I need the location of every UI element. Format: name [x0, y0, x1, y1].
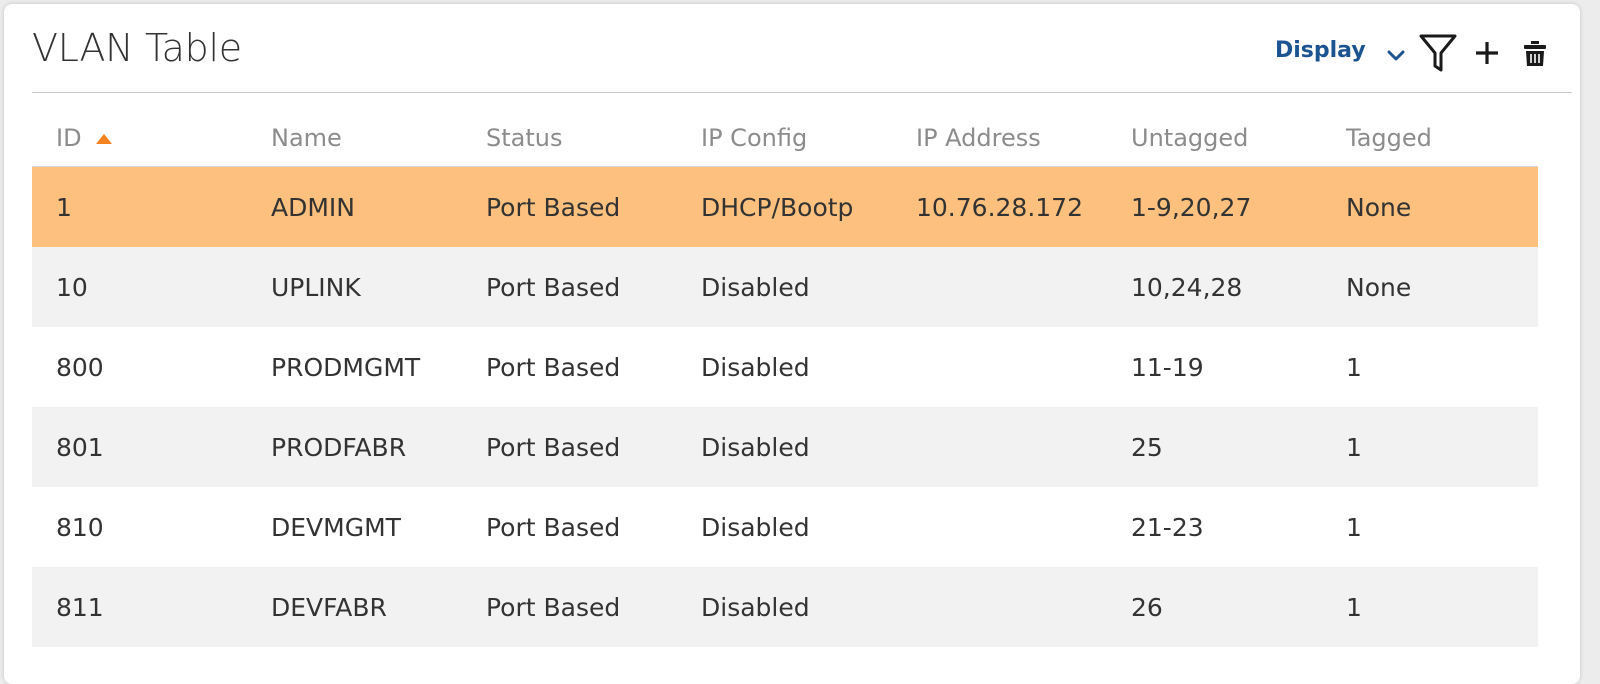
cell-id: 800: [32, 327, 247, 407]
cell-ip-config: Disabled: [677, 327, 892, 407]
column-header-id[interactable]: ID: [32, 110, 247, 167]
column-header-label: ID: [56, 124, 82, 152]
column-header-status[interactable]: Status: [462, 110, 677, 167]
cell-untagged: 11-19: [1107, 327, 1322, 407]
panel-header: VLAN Table Display: [32, 4, 1572, 93]
cell-tagged: None: [1322, 247, 1538, 327]
display-label: Display: [1275, 38, 1366, 63]
cell-tagged: 1: [1322, 327, 1538, 407]
cell-ip-address: [892, 487, 1107, 567]
plus-icon: [1476, 42, 1498, 64]
trash-icon: [1524, 41, 1546, 66]
cell-id: 811: [32, 567, 247, 647]
cell-name: ADMIN: [247, 166, 462, 247]
cell-untagged: 26: [1107, 567, 1322, 647]
cell-status: Port Based: [462, 487, 677, 567]
cell-ip-config: Disabled: [677, 407, 892, 487]
cell-name: DEVMGMT: [247, 487, 462, 567]
cell-id: 1: [32, 166, 247, 247]
table-row[interactable]: 1 ADMIN Port Based DHCP/Bootp 10.76.28.1…: [32, 166, 1538, 247]
vlan-table: ID Name Status IP Config IP Address Unta…: [32, 110, 1538, 647]
add-vlan-button[interactable]: [1472, 38, 1502, 68]
cell-tagged: 1: [1322, 407, 1538, 487]
cell-ip-address: [892, 407, 1107, 487]
cell-ip-address: [892, 567, 1107, 647]
filter-icon: [1419, 34, 1457, 72]
cell-id: 10: [32, 247, 247, 327]
cell-ip-address: [892, 247, 1107, 327]
filter-button[interactable]: [1418, 32, 1458, 74]
cell-status: Port Based: [462, 327, 677, 407]
table-row[interactable]: 811 DEVFABR Port Based Disabled 26 1: [32, 567, 1538, 647]
cell-untagged: 1-9,20,27: [1107, 166, 1322, 247]
cell-ip-config: Disabled: [677, 567, 892, 647]
table-row[interactable]: 801 PRODFABR Port Based Disabled 25 1: [32, 407, 1538, 487]
cell-untagged: 21-23: [1107, 487, 1322, 567]
cell-tagged: None: [1322, 166, 1538, 247]
cell-ip-config: Disabled: [677, 247, 892, 327]
column-header-ip-config[interactable]: IP Config: [677, 110, 892, 167]
cell-status: Port Based: [462, 407, 677, 487]
cell-id: 801: [32, 407, 247, 487]
cell-status: Port Based: [462, 247, 677, 327]
cell-name: PRODFABR: [247, 407, 462, 487]
cell-name: UPLINK: [247, 247, 462, 327]
cell-id: 810: [32, 487, 247, 567]
chevron-down-icon: [1387, 50, 1405, 61]
page-title: VLAN Table: [32, 26, 242, 70]
table-header-row: ID Name Status IP Config IP Address Unta…: [32, 110, 1538, 167]
table-row[interactable]: 810 DEVMGMT Port Based Disabled 21-23 1: [32, 487, 1538, 567]
cell-untagged: 25: [1107, 407, 1322, 487]
cell-ip-address: 10.76.28.172: [892, 166, 1107, 247]
column-header-ip-address[interactable]: IP Address: [892, 110, 1107, 167]
column-header-untagged[interactable]: Untagged: [1107, 110, 1322, 167]
table-row[interactable]: 800 PRODMGMT Port Based Disabled 11-19 1: [32, 327, 1538, 407]
delete-vlan-button[interactable]: [1522, 40, 1548, 68]
vlan-table-panel: VLAN Table Display ID Name Status IP Con…: [4, 4, 1580, 684]
cell-untagged: 10,24,28: [1107, 247, 1322, 327]
cell-ip-address: [892, 327, 1107, 407]
cell-name: PRODMGMT: [247, 327, 462, 407]
sort-ascending-icon: [95, 134, 112, 144]
cell-tagged: 1: [1322, 567, 1538, 647]
cell-status: Port Based: [462, 567, 677, 647]
display-dropdown-button[interactable]: Display: [1275, 36, 1415, 70]
cell-status: Port Based: [462, 166, 677, 247]
cell-ip-config: Disabled: [677, 487, 892, 567]
cell-tagged: 1: [1322, 487, 1538, 567]
column-header-name[interactable]: Name: [247, 110, 462, 167]
cell-name: DEVFABR: [247, 567, 462, 647]
table-row[interactable]: 10 UPLINK Port Based Disabled 10,24,28 N…: [32, 247, 1538, 327]
column-header-tagged[interactable]: Tagged: [1322, 110, 1538, 167]
cell-ip-config: DHCP/Bootp: [677, 166, 892, 247]
